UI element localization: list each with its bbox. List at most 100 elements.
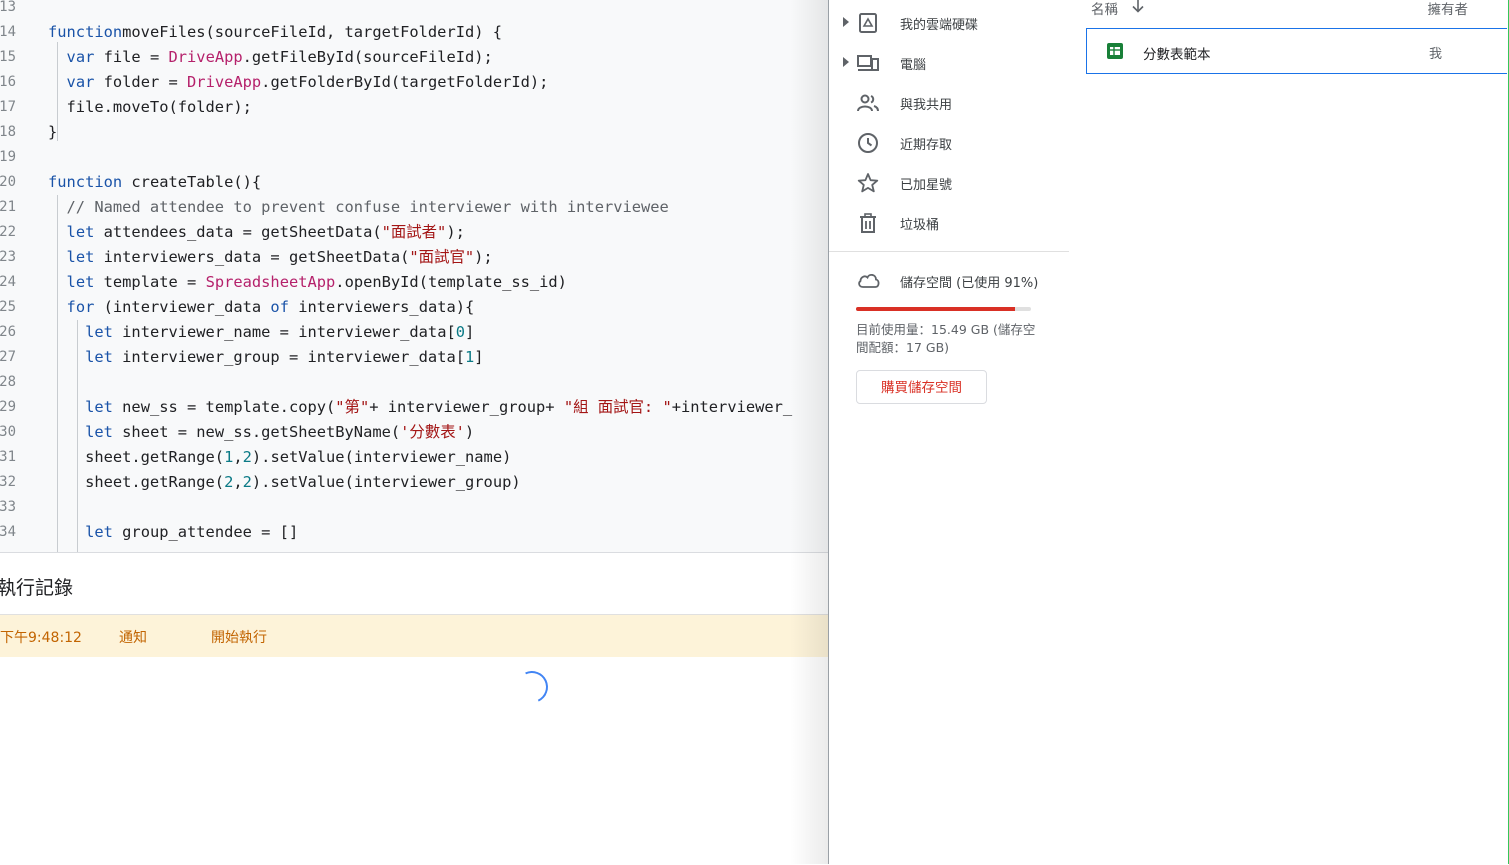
sidebar-item-shared-with-me[interactable]: 與我共用	[829, 82, 1069, 122]
file-owner: 我	[1429, 47, 1443, 62]
file-name: 分數表範本	[1143, 47, 1211, 63]
code-text: var folder = DriveApp.getFolderById(targ…	[48, 70, 549, 95]
code-token: of	[270, 298, 289, 316]
storage-detail: 目前使用量：15.49 GB (儲存空間配額：17 GB)	[856, 322, 1036, 355]
code-token: ).setValue(interviewer_group)	[251, 473, 521, 491]
code-token: new_ss = template.copy(	[112, 398, 336, 416]
sidebar-item-computers[interactable]: 電腦	[829, 42, 1069, 82]
expand-caret-icon[interactable]	[843, 17, 849, 27]
line-number: 30	[0, 424, 16, 440]
sidebar-item-label: 垃圾桶	[900, 218, 940, 233]
code-token: let	[85, 398, 113, 416]
code-token: 2	[242, 473, 252, 491]
sidebar-divider	[829, 251, 1069, 252]
code-token: ,	[233, 448, 243, 466]
line-number: 27	[0, 349, 16, 365]
code-text: for (interviewer_data of interviewers_da…	[48, 295, 475, 320]
line-number: 29	[0, 399, 16, 415]
sidebar-item-label: 近期存取	[900, 138, 953, 153]
code-token: .getFileById(sourceFileId);	[242, 48, 493, 66]
indent-guide	[77, 395, 78, 552]
sidebar-item-label: 已加星號	[900, 178, 953, 193]
line-number: 15	[0, 49, 16, 65]
line-number: 28	[0, 374, 16, 390]
code-text: let template = SpreadsheetApp.openById(t…	[48, 270, 567, 295]
line-number: 20	[0, 174, 16, 190]
code-text: sheet.getRange(2,2).setValue(interviewer…	[48, 470, 521, 495]
code-token: ).setValue(interviewer_name)	[251, 448, 512, 466]
code-token: sheet.getRange(	[48, 473, 225, 491]
code-token: );	[474, 248, 493, 266]
execution-log-title: 執行記錄	[0, 577, 74, 599]
line-number: 16	[0, 74, 16, 90]
line-number: 26	[0, 324, 16, 340]
code-token: template =	[94, 273, 206, 291]
code-text: }	[48, 120, 57, 145]
line-number: 13	[0, 0, 16, 15]
file-row[interactable]: 分數表範本 我	[1086, 28, 1507, 74]
code-token: moveFiles(sourceFileId, targetFolderId) …	[122, 23, 503, 41]
line-number: 24	[0, 274, 16, 290]
code-text: let new_ss = template.copy("第"+ intervie…	[48, 395, 792, 420]
people-icon	[857, 94, 879, 112]
code-token: let	[66, 248, 95, 266]
storage-label[interactable]: 儲存空間 (已使用 91%)	[900, 272, 1038, 291]
line-number: 22	[0, 224, 16, 240]
storage-usage-fill	[856, 307, 1016, 311]
window-shadow	[790, 0, 828, 864]
code-token: file =	[94, 48, 169, 66]
buy-storage-button[interactable]: 購買儲存空間	[856, 370, 987, 404]
code-token: let	[85, 348, 113, 366]
line-number: 32	[0, 474, 16, 490]
drive-window: 我的雲端硬碟 電腦 與我共用 近期存取 已加星號 垃圾桶 儲存空間 (已使用 9…	[828, 0, 1509, 864]
sidebar-item-starred[interactable]: 已加星號	[829, 162, 1069, 202]
code-token: interviewers_data){	[288, 298, 475, 316]
code-token: );	[446, 223, 465, 241]
code-text: let group_attendee = []	[48, 520, 298, 545]
code-text: let interviewers_data = getSheetData("面試…	[48, 245, 493, 270]
code-token: ,	[233, 473, 243, 491]
loading-spinner-icon	[511, 666, 553, 708]
expand-caret-icon[interactable]	[843, 57, 849, 67]
code-token: .openById(template_ss_id)	[335, 273, 567, 291]
code-text: var file = DriveApp.getFileById(sourceFi…	[48, 45, 493, 70]
code-token: SpreadsheetApp	[205, 273, 336, 291]
sidebar-item-my-drive[interactable]: 我的雲端硬碟	[829, 2, 1069, 42]
sort-arrow-down-icon[interactable]	[1131, 0, 1145, 14]
sidebar-item-recent[interactable]: 近期存取	[829, 122, 1069, 162]
column-header-owner[interactable]: 擁有者	[1428, 0, 1469, 18]
code-editor[interactable]: 13 14 functionmoveFiles(sourceFileId, targ…	[0, 0, 828, 552]
code-token: )	[464, 423, 475, 441]
code-text: sheet.getRange(1,2).setValue(interviewer…	[48, 445, 511, 470]
code-token: for	[66, 298, 95, 316]
computer-icon	[857, 55, 879, 71]
code-token: (interviewer_data	[94, 298, 271, 316]
code-token: var	[66, 48, 95, 66]
column-header-name[interactable]: 名稱	[1091, 0, 1118, 18]
code-text: functionmoveFiles(sourceFileId, targetFo…	[48, 20, 502, 45]
code-token: DriveApp	[168, 48, 243, 66]
code-token: function	[48, 23, 123, 41]
code-text: let interviewer_group = interviewer_data…	[48, 345, 484, 370]
code-text: let attendees_data = getSheetData("面試者")…	[48, 220, 465, 245]
code-token: attendees_data = getSheetData(	[94, 223, 382, 241]
sidebar-item-trash[interactable]: 垃圾桶	[829, 202, 1069, 242]
line-number: 34	[0, 524, 16, 540]
clock-icon	[858, 133, 878, 153]
log-entry-time: 下午9:48:12	[0, 630, 82, 646]
code-token: ]	[474, 348, 484, 366]
code-token: 2	[224, 473, 234, 491]
code-token: var	[66, 73, 95, 91]
code-token: "組 面試官: "	[563, 398, 672, 416]
file-list-header: 名稱 擁有者	[1091, 0, 1508, 20]
code-token: ]	[465, 323, 475, 341]
code-token: function	[48, 173, 123, 191]
code-text: // Named attendee to prevent confuse int…	[48, 195, 669, 220]
sidebar-item-label: 電腦	[900, 58, 927, 73]
code-token: interviewer_name = interviewer_data[	[112, 323, 456, 341]
